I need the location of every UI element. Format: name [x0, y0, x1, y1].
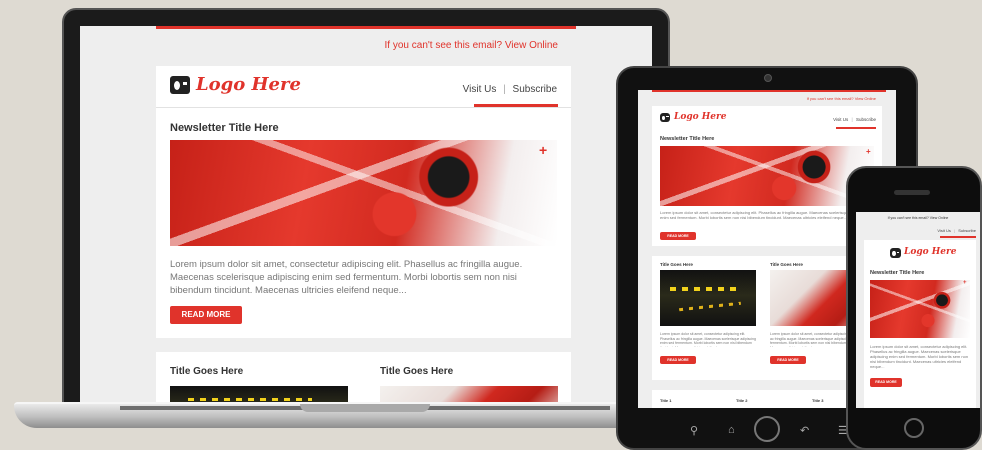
- nav-underline: [836, 127, 876, 129]
- read-more-button[interactable]: READ MORE: [660, 232, 696, 240]
- small-col-1: Title 1: [660, 398, 672, 403]
- logo[interactable]: Logo Here: [196, 74, 301, 95]
- body-text: Lorem ipsum dolor sit amet, consectetur …: [660, 210, 869, 220]
- nav-separator: |: [851, 117, 853, 122]
- column-title-1: Title Goes Here: [660, 262, 693, 267]
- read-more-button[interactable]: READ MORE: [770, 356, 806, 364]
- logo[interactable]: Logo Here: [904, 247, 956, 257]
- small-col-2: Title 2: [736, 398, 748, 403]
- search-icon[interactable]: ⚲: [690, 424, 698, 437]
- nav-visit-us[interactable]: Visit Us: [833, 117, 848, 122]
- view-online-link[interactable]: If you can't see this email? View Online: [807, 96, 876, 101]
- top-accent-bar: [652, 90, 886, 92]
- nav-separator: |: [503, 84, 506, 95]
- nav-subscribe[interactable]: Subscribe: [513, 84, 557, 95]
- newsletter-card: Logo Here Visit Us | Subscribe Newslette…: [156, 66, 571, 338]
- column-title-2: Title Goes Here: [380, 366, 454, 377]
- plus-icon: +: [963, 280, 967, 286]
- read-more-button[interactable]: READ MORE: [870, 378, 902, 387]
- hero-image: [870, 280, 970, 338]
- plus-icon: +: [539, 142, 548, 158]
- plus-icon: +: [866, 147, 871, 156]
- divider: [156, 107, 571, 108]
- small-col-3: Title 3: [812, 398, 824, 403]
- view-online-link[interactable]: If you can't see this email? View Online: [385, 40, 558, 51]
- nav-underline: [940, 236, 976, 238]
- read-more-button[interactable]: READ MORE: [170, 306, 242, 324]
- nav-subscribe[interactable]: Subscribe: [856, 117, 876, 122]
- hero-image: [170, 140, 557, 246]
- newsletter-title: Newsletter Title Here: [170, 122, 279, 134]
- body-text: Lorem ipsum dolor sit amet, consectetur …: [170, 259, 523, 296]
- home-button[interactable]: [754, 416, 780, 442]
- header-nav: Visit Us | Subscribe: [937, 228, 976, 233]
- body-text: Lorem ipsum dolor sit amet, consectetur …: [870, 344, 969, 369]
- nav-visit-us[interactable]: Visit Us: [937, 228, 950, 233]
- column-image-1: [660, 270, 756, 326]
- nav-visit-us[interactable]: Visit Us: [463, 84, 497, 95]
- radio-icon: [660, 113, 670, 122]
- laptop-notch: [300, 404, 430, 412]
- column-text-1: Lorem ipsum dolor sit amet, consectetur …: [660, 332, 756, 347]
- nav-separator: |: [954, 228, 956, 233]
- newsletter-title: Newsletter Title Here: [870, 270, 925, 276]
- column-title-1: Title Goes Here: [170, 366, 244, 377]
- read-more-button[interactable]: READ MORE: [660, 356, 696, 364]
- newsletter-card: Logo Here Newsletter Title Here + Lorem …: [864, 240, 976, 408]
- nav-subscribe[interactable]: Subscribe: [958, 228, 976, 233]
- radio-icon: [170, 76, 190, 94]
- view-online-link[interactable]: If you can't see this email? View Online: [856, 216, 980, 220]
- camera-icon: [764, 74, 772, 82]
- phone-screen: If you can't see this email? View Online…: [856, 212, 980, 408]
- speaker-icon: [894, 190, 930, 195]
- newsletter-title: Newsletter Title Here: [660, 136, 715, 142]
- home-button[interactable]: [904, 418, 924, 438]
- header-nav: Visit Us | Subscribe: [833, 117, 876, 122]
- back-icon[interactable]: ↶: [800, 424, 809, 437]
- logo[interactable]: Logo Here: [674, 112, 726, 122]
- radio-icon: [890, 248, 901, 258]
- home-icon[interactable]: ⌂: [728, 424, 735, 436]
- header-nav: Visit Us | Subscribe: [463, 84, 557, 95]
- hero-image: [660, 146, 874, 206]
- column-title-2: Title Goes Here: [770, 262, 803, 267]
- laptop-screen: If you can't see this email? View Online…: [80, 26, 652, 410]
- top-accent-bar: [156, 26, 576, 29]
